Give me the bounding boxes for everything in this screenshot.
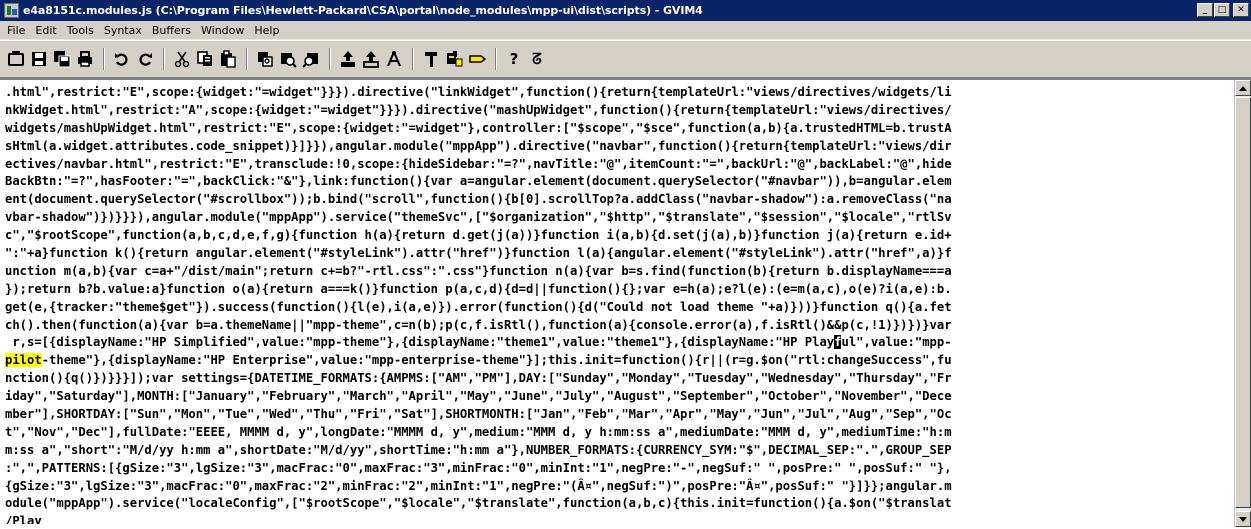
undo-tools (111, 48, 157, 70)
arrow-up-icon (1239, 85, 1247, 91)
code-line[interactable]: ":"+a}function k(){return angular.elemen… (5, 245, 1232, 263)
editor-pane[interactable]: .html",restrict:"E",scope:{widget:"=widg… (0, 78, 1251, 529)
help-icon[interactable]: ? (503, 48, 525, 70)
code-line[interactable]: });return b?b.value:a}function o(a){retu… (5, 281, 1232, 299)
toolbar-separator (246, 48, 248, 70)
load-session-icon[interactable] (337, 48, 359, 70)
clipboard-tools (171, 48, 240, 70)
buffer-text[interactable]: .html",restrict:"E",scope:{widget:"=widg… (5, 84, 1232, 524)
file-tools (5, 48, 97, 70)
scroll-up-button[interactable] (1235, 80, 1251, 96)
code-line[interactable]: {gSize:"3",lgSize:"3",macFrac:"0",maxFra… (5, 478, 1232, 496)
code-line[interactable]: m:ss a","short":"M/d/yy h:mm a",shortDat… (5, 442, 1232, 460)
code-line[interactable]: ch().then(function(a){var b=a.themeName|… (5, 317, 1232, 335)
toolbar-separator (103, 48, 105, 70)
code-line[interactable]: ectives/navbar.html",restrict:"E",transc… (5, 156, 1232, 174)
shell-icon[interactable] (443, 48, 465, 70)
menu-syntax[interactable]: Syntax (99, 22, 147, 39)
code-line[interactable]: mber"],SHORTDAY:["Sun","Mon","Tue","Wed"… (5, 406, 1232, 424)
help-tools: ? ᘔ (503, 48, 549, 70)
cut-icon[interactable] (171, 48, 193, 70)
menu-tools[interactable]: Tools (62, 22, 99, 39)
make-icon[interactable] (420, 48, 442, 70)
find-next-icon[interactable] (277, 48, 299, 70)
window-title: e4a8151c.modules.js (C:\Program Files\He… (23, 4, 703, 17)
code-line[interactable]: BackBtn:"=?",hasFooter:"=",backClick:"&"… (5, 173, 1232, 191)
toolbar-separator (412, 48, 414, 70)
search-highlight: pilot (5, 353, 42, 368)
code-line[interactable]: :",",PATTERNS:[{gSize:"3",lgSize:"3",mac… (5, 460, 1232, 478)
search-tools (254, 48, 323, 70)
menu-help[interactable]: Help (249, 22, 284, 39)
title-bar[interactable]: e4a8151c.modules.js (C:\Program Files\He… (0, 0, 1251, 21)
code-line[interactable]: vbar-shadow")})}}}),angular.module("mppA… (5, 209, 1232, 227)
maximize-button[interactable]: □ (1214, 3, 1230, 17)
scroll-thumb[interactable] (1235, 97, 1251, 508)
code-line[interactable]: odule("mppApp").service("localeConfig",[… (5, 495, 1232, 513)
build-tools (420, 48, 489, 70)
code-line[interactable]: nction(){q()})}}}]);var settings={DATETI… (5, 370, 1232, 388)
undo-icon[interactable] (111, 48, 133, 70)
save-icon[interactable] (28, 48, 50, 70)
find-prev-icon[interactable] (300, 48, 322, 70)
code-line[interactable]: /Play (5, 513, 1232, 524)
copy-icon[interactable] (194, 48, 216, 70)
run-script-icon[interactable] (383, 48, 405, 70)
vertical-scrollbar[interactable] (1234, 80, 1251, 527)
find-help-icon[interactable]: ᘔ (526, 48, 548, 70)
menu-buffers[interactable]: Buffers (147, 22, 196, 39)
session-tools (337, 48, 406, 70)
replace-icon[interactable] (254, 48, 276, 70)
gvim-app-icon[interactable] (4, 3, 19, 18)
menu-file[interactable]: File (2, 22, 30, 39)
save-session-icon[interactable] (360, 48, 382, 70)
window-controls: _ □ ✕ (1197, 3, 1249, 17)
gvim-window: e4a8151c.modules.js (C:\Program Files\He… (0, 0, 1251, 529)
code-line[interactable]: unction m(a,b){var c=a+"/dist/main";retu… (5, 263, 1232, 281)
text-cursor: f (834, 335, 842, 350)
code-line[interactable]: ent(document.querySelector("#scrollbox")… (5, 191, 1232, 209)
close-button[interactable]: ✕ (1233, 3, 1249, 17)
code-line[interactable]: sHtml(a.widget.attributes.code_snippet)}… (5, 138, 1232, 156)
save-all-icon[interactable] (51, 48, 73, 70)
code-line[interactable]: c","$rootScope",function(a,b,c,d,e,f,g){… (5, 227, 1232, 245)
code-line[interactable]: widgets/mashUpWidget.html",restrict:"E",… (5, 120, 1232, 138)
code-line[interactable]: iday","Saturday"],MONTH:["January","Febr… (5, 388, 1232, 406)
toolbar-separator (329, 48, 331, 70)
menu-bar: File Edit Tools Syntax Buffers Window He… (0, 21, 1251, 40)
code-line[interactable]: t","Nov","Dec"],fullDate:"EEEE, MMMM d, … (5, 424, 1232, 442)
menu-edit[interactable]: Edit (30, 22, 61, 39)
toolbar-separator (495, 48, 497, 70)
tags-icon[interactable] (466, 48, 488, 70)
code-line[interactable]: r,s=[{displayName:"HP Simplified",value:… (5, 334, 1232, 352)
code-line[interactable]: nkWidget.html",restrict:"A",scope:{widge… (5, 102, 1232, 120)
toolbar: ? ᘔ (0, 40, 1251, 78)
open-icon[interactable] (5, 48, 27, 70)
code-line[interactable]: .html",restrict:"E",scope:{widget:"=widg… (5, 84, 1232, 102)
redo-icon[interactable] (134, 48, 156, 70)
code-line[interactable]: get(e,{tracker:"theme$get"}).success(fun… (5, 299, 1232, 317)
print-icon[interactable] (74, 48, 96, 70)
arrow-down-icon (1239, 516, 1247, 522)
code-line[interactable]: pilot-theme"},{displayName:"HP Enterpris… (5, 352, 1232, 370)
menu-window[interactable]: Window (196, 22, 249, 39)
scroll-down-button[interactable] (1235, 511, 1251, 527)
minimize-button[interactable]: _ (1197, 3, 1213, 17)
paste-icon[interactable] (217, 48, 239, 70)
toolbar-separator (163, 48, 165, 70)
